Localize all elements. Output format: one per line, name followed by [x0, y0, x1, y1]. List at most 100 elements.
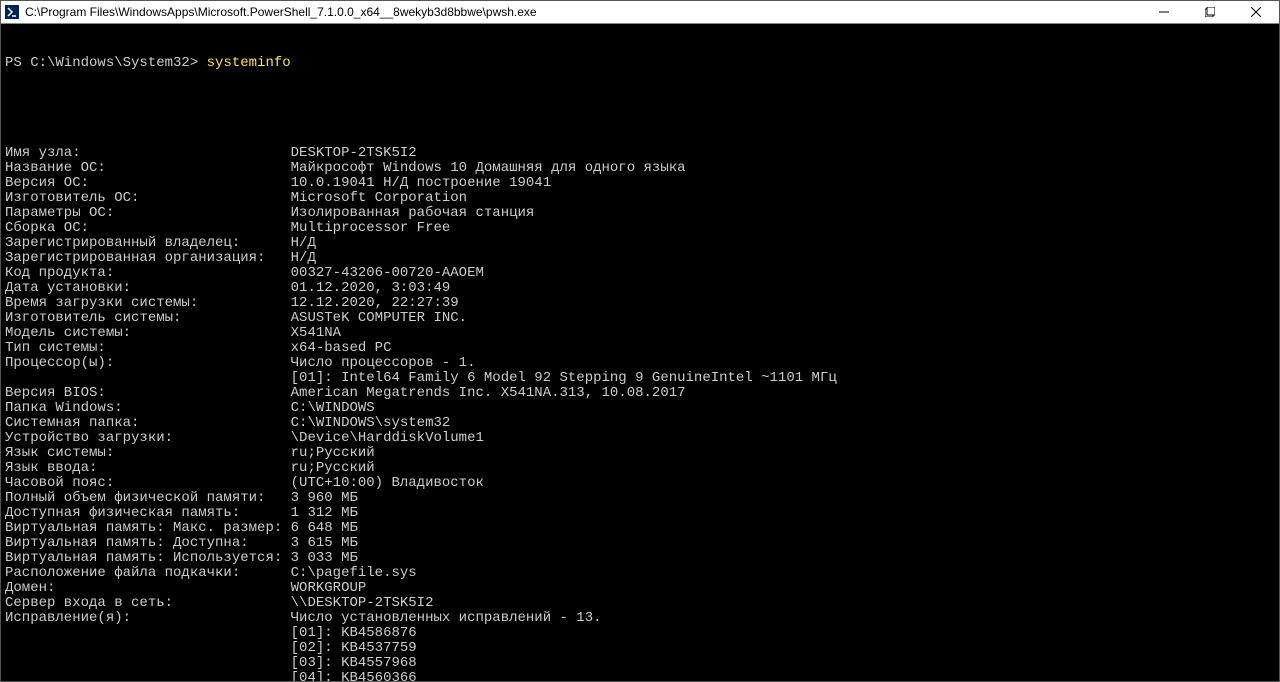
info-label: Язык ввода:	[5, 461, 291, 476]
info-label: Домен:	[5, 581, 291, 596]
info-value: American Megatrends Inc. X541NA.313, 10.…	[291, 386, 686, 401]
info-row: Часовой пояс: (UTC+10:00) Владивосток	[5, 476, 1275, 491]
info-label: Версия BIOS:	[5, 386, 291, 401]
info-row: Зарегистрированный владелец: Н/Д	[5, 236, 1275, 251]
info-row: Процессор(ы): Число процессоров - 1.	[5, 356, 1275, 371]
title-bar[interactable]: C:\Program Files\WindowsApps\Microsoft.P…	[1, 1, 1279, 24]
info-row: Папка Windows: C:\WINDOWS	[5, 401, 1275, 416]
info-value: 3 615 МБ	[291, 536, 358, 551]
info-row: Дата установки: 01.12.2020, 3:03:49	[5, 281, 1275, 296]
info-label: Доступная физическая память:	[5, 506, 291, 521]
info-row: [01]: Intel64 Family 6 Model 92 Stepping…	[5, 371, 1275, 386]
info-value: C:\WINDOWS\system32	[291, 416, 451, 431]
info-label: Виртуальная память: Доступна:	[5, 536, 291, 551]
info-label: Сервер входа в сеть:	[5, 596, 291, 611]
info-value: C:\WINDOWS	[291, 401, 375, 416]
info-label	[5, 671, 291, 681]
info-row: Устройство загрузки: \Device\HarddiskVol…	[5, 431, 1275, 446]
title-left: C:\Program Files\WindowsApps\Microsoft.P…	[1, 5, 537, 19]
info-row: [01]: KB4586876	[5, 626, 1275, 641]
info-value: 01.12.2020, 3:03:49	[291, 281, 451, 296]
info-value: [03]: KB4557968	[291, 656, 417, 671]
info-label: Папка Windows:	[5, 401, 291, 416]
command-text: systeminfo	[207, 56, 291, 71]
maximize-button[interactable]	[1187, 1, 1233, 23]
window-title: C:\Program Files\WindowsApps\Microsoft.P…	[25, 5, 537, 19]
info-row: Виртуальная память: Макс. размер: 6 648 …	[5, 521, 1275, 536]
info-row: Полный объем физической памяти: 3 960 МБ	[5, 491, 1275, 506]
powershell-icon	[5, 5, 19, 19]
info-label: Виртуальная память: Используется:	[5, 551, 291, 566]
info-row: Изготовитель системы: ASUSTeK COMPUTER I…	[5, 311, 1275, 326]
info-row: Системная папка: C:\WINDOWS\system32	[5, 416, 1275, 431]
info-label: Изготовитель системы:	[5, 311, 291, 326]
info-row: [02]: KB4537759	[5, 641, 1275, 656]
info-row: Модель системы: X541NA	[5, 326, 1275, 341]
minimize-button[interactable]	[1141, 1, 1187, 23]
info-value: [01]: KB4586876	[291, 626, 417, 641]
info-label: Зарегистрированный владелец:	[5, 236, 291, 251]
info-row: Код продукта: 00327-43206-00720-AAOEM	[5, 266, 1275, 281]
info-row: Версия BIOS: American Megatrends Inc. X5…	[5, 386, 1275, 401]
info-label: Часовой пояс:	[5, 476, 291, 491]
info-value: \\DESKTOP-2TSK5I2	[291, 596, 434, 611]
info-row: [04]: KB4560366	[5, 671, 1275, 681]
info-row: Язык ввода: ru;Русский	[5, 461, 1275, 476]
info-label	[5, 626, 291, 641]
info-label: Язык системы:	[5, 446, 291, 461]
info-value: 10.0.19041 Н/Д построение 19041	[291, 176, 551, 191]
info-label: Версия ОС:	[5, 176, 291, 191]
info-value: x64-based PC	[291, 341, 392, 356]
info-value: 3 960 МБ	[291, 491, 358, 506]
prompt-path: PS C:\Windows\System32>	[5, 56, 207, 71]
systeminfo-rows: Имя узла: DESKTOP-2TSK5I2Название ОС: Ма…	[5, 146, 1275, 681]
info-label: Устройство загрузки:	[5, 431, 291, 446]
info-row: Сборка ОС: Multiprocessor Free	[5, 221, 1275, 236]
info-row: Доступная физическая память: 1 312 МБ	[5, 506, 1275, 521]
info-row: Зарегистрированная организация: Н/Д	[5, 251, 1275, 266]
info-value: 1 312 МБ	[291, 506, 358, 521]
info-value: Число процессоров - 1.	[291, 356, 476, 371]
info-label	[5, 371, 291, 386]
info-value: Multiprocessor Free	[291, 221, 451, 236]
info-value: [01]: Intel64 Family 6 Model 92 Stepping…	[291, 371, 837, 386]
info-label: Исправление(я):	[5, 611, 291, 626]
info-row: Имя узла: DESKTOP-2TSK5I2	[5, 146, 1275, 161]
info-row: Расположение файла подкачки: C:\pagefile…	[5, 566, 1275, 581]
blank-line	[5, 101, 1275, 116]
info-label: Зарегистрированная организация:	[5, 251, 291, 266]
info-value: 12.12.2020, 22:27:39	[291, 296, 459, 311]
info-value: Число установленных исправлений - 13.	[291, 611, 602, 626]
info-value: ASUSTeK COMPUTER INC.	[291, 311, 467, 326]
prompt-line: PS C:\Windows\System32> systeminfo	[5, 56, 1275, 71]
info-label: Время загрузки системы:	[5, 296, 291, 311]
info-label: Виртуальная память: Макс. размер:	[5, 521, 291, 536]
info-value: DESKTOP-2TSK5I2	[291, 146, 417, 161]
info-value: Н/Д	[291, 251, 316, 266]
info-value: [04]: KB4560366	[291, 671, 417, 681]
info-value: Изолированная рабочая станция	[291, 206, 535, 221]
info-value: [02]: KB4537759	[291, 641, 417, 656]
info-label: Дата установки:	[5, 281, 291, 296]
info-value: X541NA	[291, 326, 341, 341]
info-label: Параметры ОС:	[5, 206, 291, 221]
info-value: Microsoft Corporation	[291, 191, 467, 206]
info-value: ru;Русский	[291, 446, 375, 461]
info-label	[5, 656, 291, 671]
info-row: Сервер входа в сеть: \\DESKTOP-2TSK5I2	[5, 596, 1275, 611]
info-label: Сборка ОС:	[5, 221, 291, 236]
info-label: Системная папка:	[5, 416, 291, 431]
info-row: Тип системы: x64-based PC	[5, 341, 1275, 356]
info-row: Время загрузки системы: 12.12.2020, 22:2…	[5, 296, 1275, 311]
terminal-output[interactable]: PS C:\Windows\System32> systeminfo Имя у…	[1, 24, 1279, 681]
info-row: Виртуальная память: Доступна: 3 615 МБ	[5, 536, 1275, 551]
info-row: Язык системы: ru;Русский	[5, 446, 1275, 461]
window-controls	[1141, 1, 1279, 23]
close-button[interactable]	[1233, 1, 1279, 23]
info-row: Домен: WORKGROUP	[5, 581, 1275, 596]
info-label	[5, 641, 291, 656]
info-row: Исправление(я): Число установленных испр…	[5, 611, 1275, 626]
info-value: 6 648 МБ	[291, 521, 358, 536]
info-value: (UTC+10:00) Владивосток	[291, 476, 484, 491]
info-row: Версия ОС: 10.0.19041 Н/Д построение 190…	[5, 176, 1275, 191]
